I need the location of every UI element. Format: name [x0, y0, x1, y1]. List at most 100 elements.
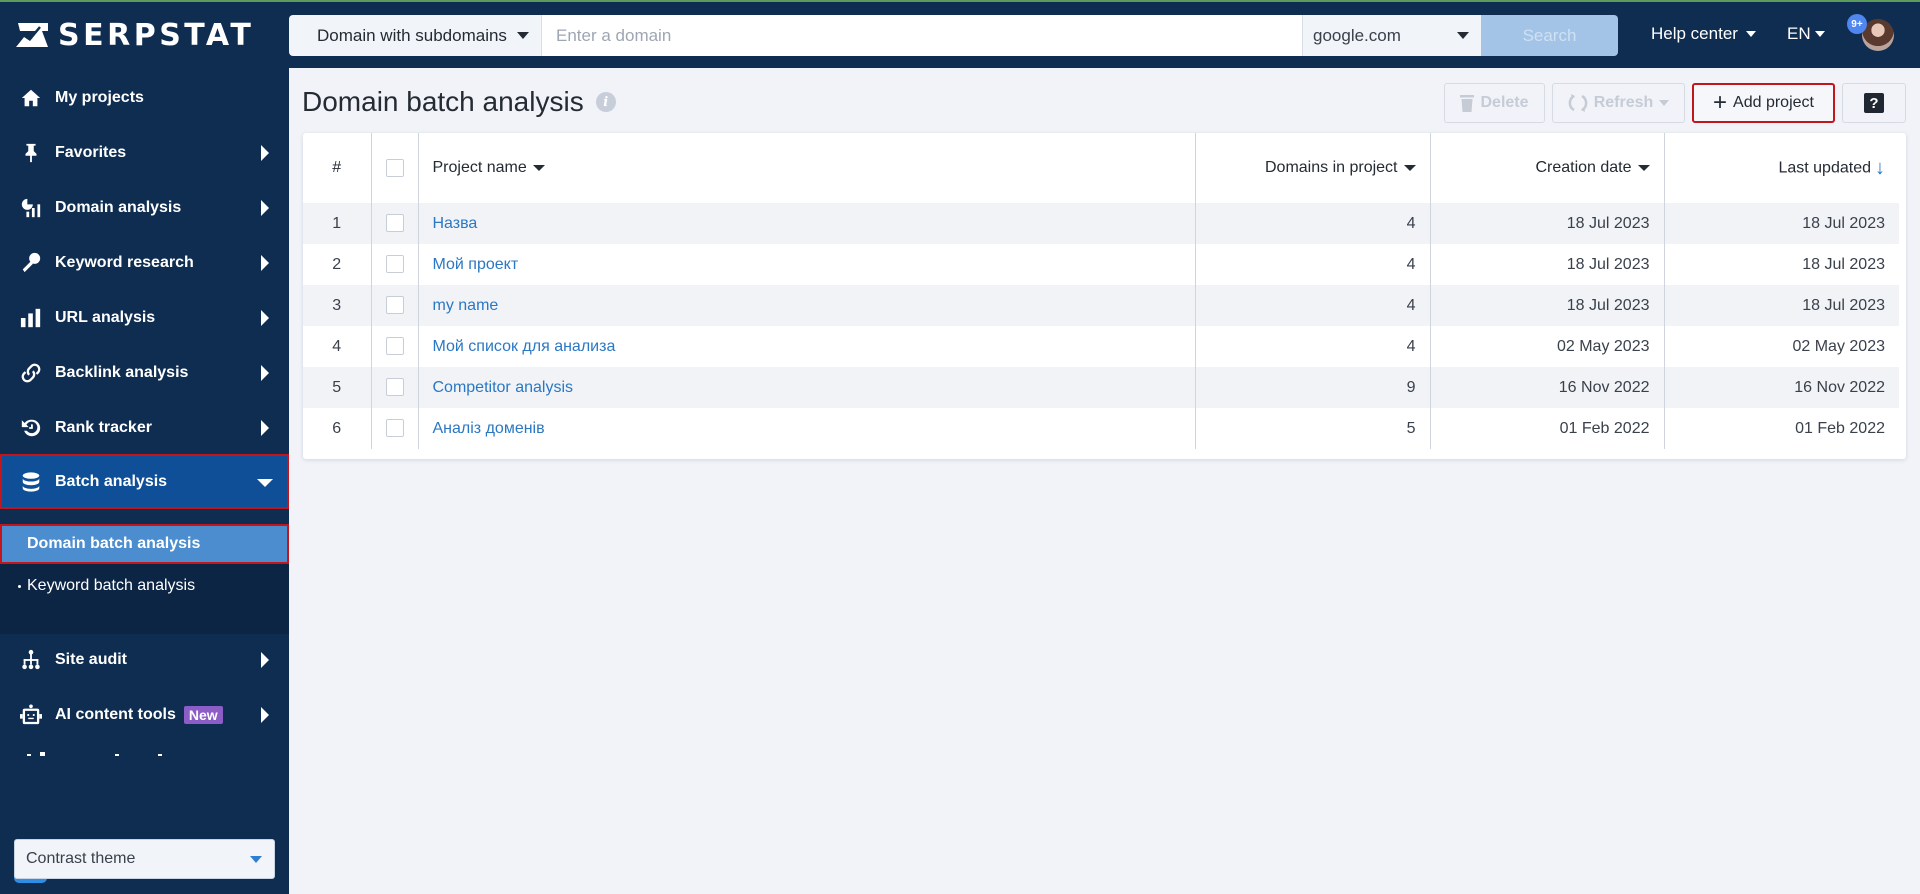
sort-icon — [532, 164, 545, 171]
submenu-item-keyword-batch-analysis[interactable]: Keyword batch analysis — [0, 566, 289, 606]
creation-date: 18 Jul 2023 — [1430, 285, 1665, 326]
row-checkbox-cell — [371, 408, 419, 449]
creation-date: 16 Nov 2022 — [1430, 367, 1665, 408]
help-center-menu[interactable]: Help center — [1651, 24, 1756, 44]
sidebar-item-keyword-research[interactable]: Keyword research — [0, 235, 289, 290]
sitemap-icon — [19, 648, 43, 672]
column-header-number: # — [303, 133, 372, 203]
home-icon — [19, 86, 43, 110]
batch-analysis-submenu: Domain batch analysis Keyword batch anal… — [0, 524, 289, 634]
row-checkbox[interactable] — [385, 214, 404, 233]
last-updated: 01 Feb 2022 — [1795, 419, 1885, 437]
row-number: 4 — [303, 326, 372, 367]
sidebar-item-domain-analysis[interactable]: Domain analysis — [0, 180, 289, 235]
trash-icon — [1460, 95, 1475, 112]
project-name-cell: Аналіз доменів — [418, 408, 1196, 449]
row-checkbox[interactable] — [385, 255, 404, 274]
domains-count: 4 — [1195, 285, 1431, 326]
search-type-select[interactable]: Domain with subdomains — [289, 15, 542, 56]
chevron-right-icon — [261, 651, 269, 668]
row-checkbox-cell — [371, 367, 419, 408]
add-project-label: Add project — [1733, 94, 1814, 111]
row-checkbox[interactable] — [385, 419, 404, 438]
creation-date: 18 Jul 2023 — [1430, 203, 1665, 244]
column-header-domains[interactable]: Domains in project — [1195, 133, 1431, 203]
project-link[interactable]: Мой проект — [433, 256, 519, 273]
table-row: 5 Competitor analysis 9 16 Nov 2022 16 Nov 2… — [303, 367, 1899, 408]
plus-icon: + — [1713, 89, 1728, 116]
help-button[interactable]: ? — [1842, 83, 1906, 123]
chevron-down-icon — [1659, 100, 1670, 106]
project-name-cell: Мой проект — [418, 244, 1196, 285]
logo-text: SERPSTAT — [58, 17, 255, 53]
add-project-button[interactable]: + Add project — [1692, 83, 1835, 123]
project-link[interactable]: Аналіз доменів — [433, 420, 545, 437]
database-icon — [19, 470, 43, 494]
submenu-item-label: Domain batch analysis — [27, 535, 201, 552]
search-type-value: Domain with subdomains — [317, 25, 507, 45]
table-row: 1 Назва 4 18 Jul 2023 18 Jul 2023 — [303, 203, 1899, 244]
table-row: 6 Аналіз доменів 5 01 Feb 2022 01 Feb 2022 — [303, 408, 1899, 449]
sidebar-item-rank-tracker[interactable]: Rank tracker — [0, 400, 289, 455]
sort-icon — [1403, 164, 1416, 171]
sidebar-item-url-analysis[interactable]: URL analysis — [0, 290, 289, 345]
search-engine-select[interactable]: google.com — [1302, 15, 1481, 56]
domain-search-input[interactable] — [542, 15, 1302, 56]
project-link[interactable]: my name — [433, 297, 499, 314]
column-header-last-updated[interactable]: Last updated ↓ — [1664, 133, 1899, 203]
sidebar-item-my-projects[interactable]: My projects — [0, 70, 289, 125]
delete-button[interactable]: Delete — [1444, 83, 1545, 123]
notification-badge[interactable]: 9+ — [1847, 14, 1867, 34]
project-link[interactable]: Competitor analysis — [433, 379, 574, 396]
theme-select[interactable]: Contrast theme — [14, 839, 275, 879]
sidebar-item-backlink-analysis[interactable]: Backlink analysis — [0, 345, 289, 400]
link-icon — [19, 361, 43, 385]
sidebar-item-site-audit[interactable]: Site audit — [0, 632, 289, 687]
domains-count: 5 — [1195, 408, 1431, 449]
row-checkbox[interactable] — [385, 296, 404, 315]
last-updated: 02 May 2023 — [1792, 337, 1885, 355]
sidebar-item-label: URL analysis — [55, 308, 156, 326]
last-updated: 16 Nov 2022 — [1664, 367, 1899, 408]
refresh-button[interactable]: Refresh — [1552, 83, 1685, 123]
info-icon[interactable]: i — [595, 92, 616, 112]
chevron-right-icon — [261, 706, 269, 723]
table-header-row: # Project name Domains in project Creati… — [303, 133, 1899, 203]
sidebar-item-label: Batch analysis — [55, 472, 168, 490]
column-header-creation-date[interactable]: Creation date — [1430, 133, 1665, 203]
page-title-text: Domain batch analysis — [302, 86, 584, 117]
chevron-right-icon — [261, 254, 269, 271]
sidebar-item-label: Backlink analysis — [55, 363, 189, 381]
search-button[interactable]: Search — [1481, 15, 1618, 56]
last-updated: 18 Jul 2023 — [1664, 203, 1899, 244]
robot-icon — [19, 703, 43, 727]
row-checkbox[interactable] — [385, 337, 404, 356]
sidebar-item-label: Favorites — [55, 143, 127, 161]
bullet-icon — [18, 585, 21, 588]
project-link[interactable]: Назва — [433, 215, 478, 232]
select-all-checkbox[interactable] — [385, 158, 404, 177]
sidebar-item-ai-content-tools[interactable]: AI content tools New — [0, 687, 289, 742]
column-header-project-name[interactable]: Project name — [418, 133, 1196, 203]
domains-count: 4 — [1195, 326, 1431, 367]
project-name-cell: Мой список для анализа — [418, 326, 1196, 367]
language-select[interactable]: EN — [1787, 24, 1825, 44]
row-checkbox[interactable] — [385, 378, 404, 397]
submenu-item-domain-batch-analysis[interactable]: Domain batch analysis — [0, 524, 289, 564]
project-link[interactable]: Мой список для анализа — [433, 338, 616, 355]
table-row: 3 my name 4 18 Jul 2023 18 Jul 2023 — [303, 285, 1899, 326]
sidebar-item-label: Rank tracker — [55, 418, 152, 436]
row-checkbox-cell — [371, 285, 419, 326]
key-icon — [19, 251, 43, 275]
row-number: 1 — [303, 203, 372, 244]
creation-date: 01 Feb 2022 — [1430, 408, 1665, 449]
theme-select-value: Contrast theme — [26, 850, 136, 867]
row-number: 3 — [303, 285, 372, 326]
row-checkbox-cell — [371, 244, 419, 285]
sidebar-item-favorites[interactable]: Favorites — [0, 125, 289, 180]
help-center-label: Help center — [1651, 24, 1738, 43]
sidebar-item-batch-analysis[interactable]: Batch analysis — [0, 454, 289, 509]
projects-table: # Project name Domains in project Creati… — [303, 133, 1899, 449]
project-name-cell: Competitor analysis — [418, 367, 1196, 408]
serpstat-logo[interactable]: SERPSTAT — [14, 17, 255, 53]
